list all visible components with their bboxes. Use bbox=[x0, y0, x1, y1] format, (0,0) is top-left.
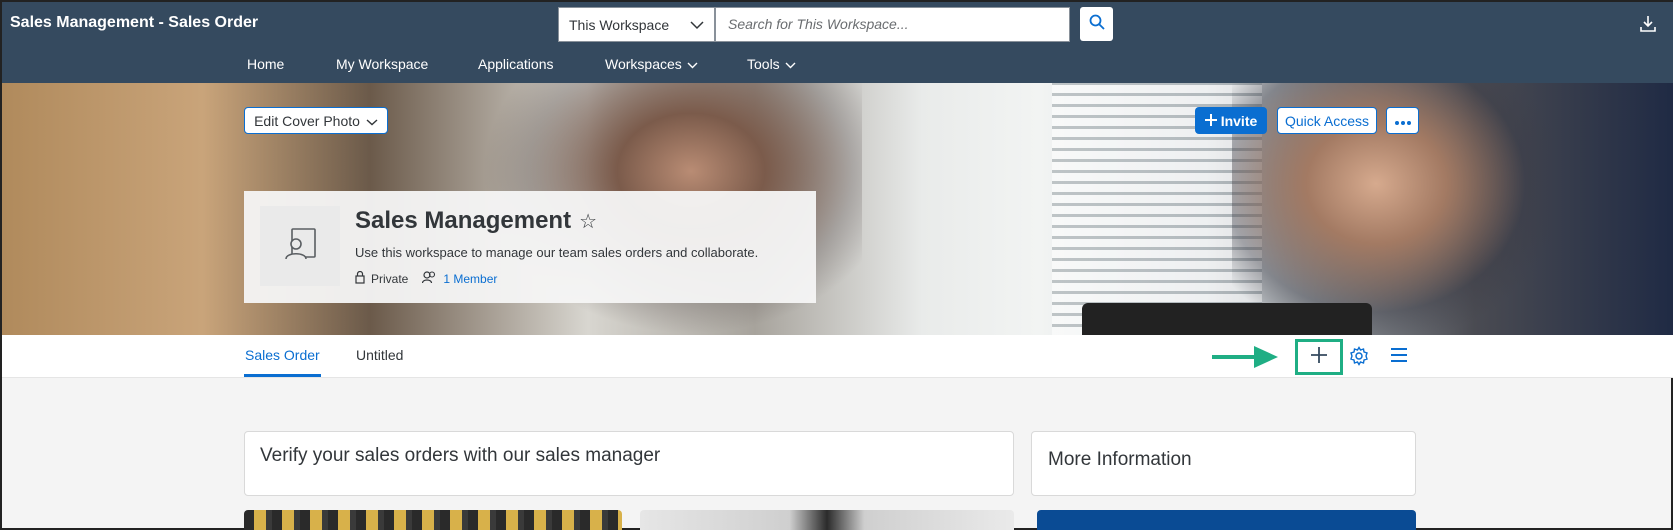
workspace-description: Use this workspace to manage our team sa… bbox=[355, 245, 759, 260]
content-thumbnail-2[interactable] bbox=[640, 510, 1014, 530]
nav-item-label: Applications bbox=[478, 56, 554, 72]
invite-label: Invite bbox=[1220, 112, 1258, 129]
search-icon bbox=[1089, 14, 1105, 35]
nav-item-tools[interactable]: Tools bbox=[747, 56, 796, 72]
shell-header: Sales Management - Sales Order This Work… bbox=[2, 2, 1673, 83]
nav-item-my-workspace[interactable]: My Workspace bbox=[336, 56, 428, 72]
workspace-avatar bbox=[260, 206, 340, 286]
workspace-meta: Private 1 Member bbox=[355, 270, 497, 287]
favorite-star-icon[interactable]: ☆ bbox=[579, 209, 597, 234]
workspace-title: Sales Management bbox=[355, 207, 572, 234]
content-thumbnail-1[interactable] bbox=[244, 510, 622, 530]
nav-item-label: Tools bbox=[747, 56, 780, 72]
edit-cover-label: Edit Cover Photo bbox=[254, 112, 360, 129]
search-scope-select[interactable]: This Workspace bbox=[558, 7, 715, 42]
gear-icon[interactable] bbox=[1349, 346, 1371, 368]
members-link[interactable]: 1 Member bbox=[443, 272, 497, 286]
card-title: More Information bbox=[1048, 449, 1192, 470]
nav-item-applications[interactable]: Applications bbox=[478, 56, 554, 72]
workspace-info-card: Sales Management ☆ Use this workspace to… bbox=[244, 191, 816, 303]
members-icon bbox=[422, 271, 437, 287]
content-thumbnail-3[interactable] bbox=[1037, 510, 1416, 530]
quick-access-button[interactable]: Quick Access bbox=[1277, 107, 1377, 134]
tab-untitled[interactable]: Untitled bbox=[356, 347, 403, 363]
arrow-annotation-icon bbox=[1210, 343, 1280, 371]
app-title: Sales Management - Sales Order bbox=[10, 14, 259, 31]
download-icon[interactable] bbox=[1638, 14, 1658, 34]
edit-cover-photo-button[interactable]: Edit Cover Photo bbox=[244, 107, 388, 134]
search-scope-value: This Workspace bbox=[569, 16, 670, 33]
menu-icon[interactable] bbox=[1389, 346, 1411, 368]
add-page-button[interactable] bbox=[1295, 339, 1343, 375]
nav-item-label: Workspaces bbox=[605, 56, 682, 72]
invite-button[interactable]: Invite bbox=[1195, 107, 1267, 134]
more-options-button[interactable] bbox=[1386, 107, 1419, 134]
privacy-label: Private bbox=[371, 272, 409, 286]
content-card-main: Verify your sales orders with our sales … bbox=[244, 431, 1014, 496]
overflow-icon bbox=[1394, 113, 1412, 129]
chevron-down-icon bbox=[687, 56, 698, 72]
search-input[interactable]: Search for This Workspace... bbox=[715, 7, 1070, 42]
nav-item-label: My Workspace bbox=[336, 56, 429, 72]
lock-icon bbox=[355, 270, 365, 287]
nav-item-workspaces[interactable]: Workspaces bbox=[605, 56, 698, 72]
chevron-down-icon bbox=[366, 113, 378, 129]
cover-laptop bbox=[1082, 303, 1372, 335]
tab-sales-order[interactable]: Sales Order bbox=[245, 347, 320, 363]
workspace-name: Sales Management ☆ bbox=[355, 207, 597, 235]
active-tab-indicator bbox=[244, 374, 321, 377]
content-card-side: More Information bbox=[1031, 431, 1416, 496]
nav-item-label: Home bbox=[247, 56, 285, 72]
page-tab-bar: Sales Order Untitled bbox=[2, 335, 1673, 378]
workspace-contact-icon bbox=[283, 227, 317, 266]
search-button[interactable] bbox=[1080, 7, 1113, 41]
quick-access-label: Quick Access bbox=[1284, 112, 1370, 129]
chevron-down-icon bbox=[785, 56, 796, 72]
plus-icon bbox=[1204, 113, 1217, 129]
card-title: Verify your sales orders with our sales … bbox=[260, 445, 661, 466]
nav-item-home[interactable]: Home bbox=[247, 56, 284, 72]
plus-icon bbox=[1311, 346, 1327, 368]
chevron-down-icon bbox=[690, 17, 704, 33]
